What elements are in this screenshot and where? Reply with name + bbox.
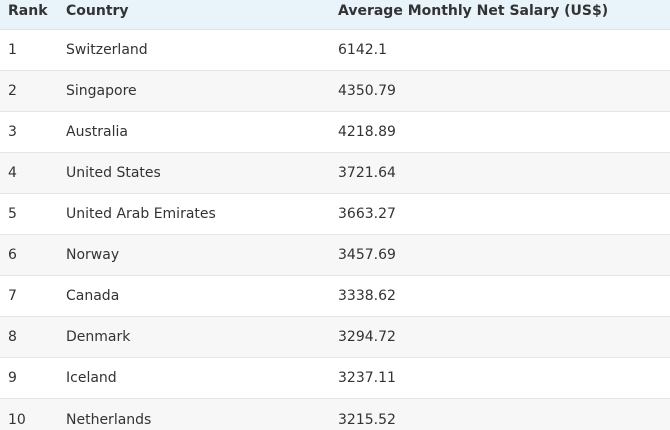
country-cell: United Arab Emirates (66, 206, 216, 222)
rank-cell: 10 (8, 411, 26, 428)
table-header: Rank Country Average Monthly Net Salary … (0, 0, 670, 30)
salary-cell: 3663.27 (338, 206, 396, 222)
table-row: 9 Iceland 3237.11 (0, 358, 670, 399)
salary-cell: 3457.69 (338, 247, 396, 263)
salary-table: Rank Country Average Monthly Net Salary … (0, 0, 670, 430)
table-row: 7 Canada 3338.62 (0, 276, 670, 317)
table-row: 1 Switzerland 6142.1 (0, 30, 670, 71)
salary-cell: 4350.79 (338, 83, 396, 99)
country-cell: Australia (66, 124, 128, 140)
rank-cell: 6 (8, 247, 17, 263)
country-cell: Singapore (66, 83, 137, 99)
salary-cell: 6142.1 (338, 42, 387, 58)
salary-cell: 3294.72 (338, 329, 396, 345)
header-salary: Average Monthly Net Salary (US$) (338, 3, 609, 19)
salary-cell: 3215.52 (338, 411, 396, 428)
header-rank: Rank (8, 3, 48, 19)
table-row: 2 Singapore 4350.79 (0, 71, 670, 112)
country-cell: Iceland (66, 370, 117, 386)
header-country: Country (66, 3, 129, 19)
rank-cell: 4 (8, 165, 17, 181)
table-row: 10 Netherlands 3215.52 (0, 399, 670, 430)
country-cell: Norway (66, 247, 120, 263)
salary-cell: 4218.89 (338, 124, 396, 140)
salary-cell: 3338.62 (338, 288, 396, 304)
country-cell: Netherlands (66, 411, 152, 428)
rank-cell: 9 (8, 370, 17, 386)
country-cell: Canada (66, 288, 120, 304)
table-row: 3 Australia 4218.89 (0, 112, 670, 153)
salary-cell: 3721.64 (338, 165, 396, 181)
rank-cell: 3 (8, 124, 17, 140)
salary-cell: 3237.11 (338, 370, 396, 386)
table-row: 4 United States 3721.64 (0, 153, 670, 194)
country-cell: Switzerland (66, 42, 148, 58)
rank-cell: 1 (8, 42, 17, 58)
country-cell: Denmark (66, 329, 131, 345)
table-row: 8 Denmark 3294.72 (0, 317, 670, 358)
rank-cell: 8 (8, 329, 17, 345)
table-row: 5 United Arab Emirates 3663.27 (0, 194, 670, 235)
rank-cell: 2 (8, 83, 17, 99)
country-cell: United States (66, 165, 161, 181)
rank-cell: 7 (8, 288, 17, 304)
rank-cell: 5 (8, 206, 17, 222)
table-row: 6 Norway 3457.69 (0, 235, 670, 276)
